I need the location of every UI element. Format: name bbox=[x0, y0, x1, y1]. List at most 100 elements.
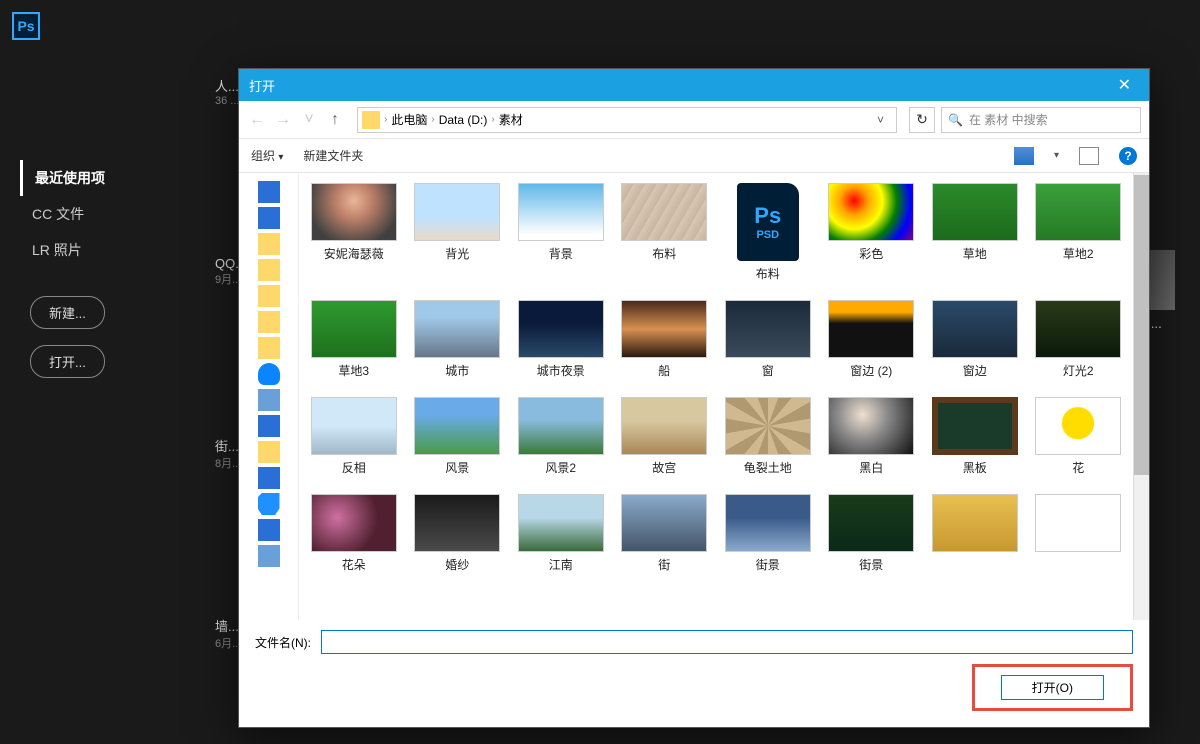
nav-cc-files[interactable]: CC 文件 bbox=[20, 196, 140, 232]
file-item[interactable]: 黑白 bbox=[823, 397, 921, 476]
file-item[interactable]: 风景2 bbox=[512, 397, 610, 476]
tree-folder-icon[interactable] bbox=[258, 337, 280, 359]
file-item[interactable]: 草地 bbox=[926, 183, 1024, 282]
nav-up-icon[interactable]: ↑ bbox=[325, 110, 345, 130]
dialog-title-text: 打开 bbox=[249, 76, 275, 95]
file-label: 灯光2 bbox=[1063, 362, 1094, 379]
file-label: 布料 bbox=[652, 245, 676, 262]
file-item[interactable]: 草地3 bbox=[305, 300, 403, 379]
search-placeholder: 在 素材 中搜索 bbox=[969, 111, 1048, 128]
file-item[interactable]: 龟裂土地 bbox=[719, 397, 817, 476]
organize-menu[interactable]: 组织 ▾ bbox=[251, 147, 283, 164]
file-label: 黑板 bbox=[963, 459, 987, 476]
nav-lr-photos[interactable]: LR 照片 bbox=[20, 232, 140, 268]
tree-item-icon[interactable] bbox=[258, 519, 280, 541]
file-item[interactable]: 街景 bbox=[823, 494, 921, 573]
file-item[interactable] bbox=[926, 494, 1024, 573]
file-thumbnail bbox=[414, 494, 500, 552]
nav-back-icon[interactable]: ← bbox=[247, 110, 267, 130]
open-button[interactable]: 打开... bbox=[30, 345, 105, 378]
search-icon: 🔍 bbox=[948, 113, 963, 127]
breadcrumb[interactable]: › 此电脑 › Data (D:) › 素材 ˅ bbox=[357, 107, 897, 133]
file-label: 窗边 bbox=[963, 362, 987, 379]
file-label: 草地 bbox=[963, 245, 987, 262]
close-icon[interactable]: ✕ bbox=[1110, 75, 1139, 95]
file-item[interactable]: 城市 bbox=[409, 300, 507, 379]
breadcrumb-item[interactable]: 此电脑 bbox=[391, 111, 427, 128]
file-item[interactable]: 黑板 bbox=[926, 397, 1024, 476]
breadcrumb-item[interactable]: Data (D:) bbox=[439, 113, 488, 127]
file-item[interactable]: 背光 bbox=[409, 183, 507, 282]
tree-music-icon[interactable] bbox=[258, 493, 280, 515]
file-item[interactable] bbox=[1030, 494, 1128, 573]
tree-thispc-icon[interactable] bbox=[258, 389, 280, 411]
file-item[interactable]: 布料 bbox=[616, 183, 714, 282]
breadcrumb-item[interactable]: 素材 bbox=[499, 111, 523, 128]
file-item[interactable]: 彩色 bbox=[823, 183, 921, 282]
tree-desktop-icon[interactable] bbox=[258, 181, 280, 203]
file-item[interactable]: 城市夜景 bbox=[512, 300, 610, 379]
tree-disk-icon[interactable] bbox=[258, 545, 280, 567]
file-thumbnail bbox=[1035, 397, 1121, 455]
view-mode-icon[interactable] bbox=[1014, 147, 1034, 165]
file-item[interactable]: PsPSD布料 bbox=[719, 183, 817, 282]
file-item[interactable]: 船 bbox=[616, 300, 714, 379]
file-item[interactable]: 安妮海瑟薇 bbox=[305, 183, 403, 282]
file-thumbnail bbox=[311, 183, 397, 241]
file-thumbnail bbox=[1035, 183, 1121, 241]
file-label: 婚纱 bbox=[445, 556, 469, 573]
nav-recent-icon[interactable]: ˅ bbox=[299, 110, 319, 130]
file-item[interactable]: 婚纱 bbox=[409, 494, 507, 573]
file-grid: 安妮海瑟薇背光背景布料 PsPSD布料彩色草地 草地2 草地3城市城市夜景船窗窗边 (… bbox=[299, 173, 1133, 620]
nav-recent[interactable]: 最近使用项 bbox=[20, 160, 140, 196]
file-item[interactable]: 风景 bbox=[409, 397, 507, 476]
scrollbar[interactable] bbox=[1133, 173, 1149, 620]
open-button-highlight: 打开(O) bbox=[972, 664, 1133, 711]
file-thumbnail bbox=[828, 494, 914, 552]
new-folder-button[interactable]: 新建文件夹 bbox=[303, 147, 363, 164]
file-item[interactable]: 街 bbox=[616, 494, 714, 573]
refresh-icon[interactable]: ↻ bbox=[909, 107, 935, 133]
tree-folder-icon[interactable] bbox=[258, 259, 280, 281]
search-input[interactable]: 🔍 在 素材 中搜索 bbox=[941, 107, 1141, 133]
file-item[interactable]: 背景 bbox=[512, 183, 610, 282]
file-item[interactable]: 故宫 bbox=[616, 397, 714, 476]
chevron-down-icon[interactable]: ▾ bbox=[1054, 150, 1059, 161]
nav-forward-icon[interactable]: → bbox=[273, 110, 293, 130]
file-item[interactable]: 草地2 bbox=[1030, 183, 1128, 282]
file-item[interactable]: 花朵 bbox=[305, 494, 403, 573]
file-item[interactable]: 花 bbox=[1030, 397, 1128, 476]
tree-folder-icon[interactable] bbox=[258, 441, 280, 463]
tree-item-icon[interactable] bbox=[258, 467, 280, 489]
file-thumbnail bbox=[1035, 300, 1121, 358]
file-item[interactable]: 窗边 bbox=[926, 300, 1024, 379]
filename-label: 文件名(N): bbox=[255, 634, 311, 651]
ps-sidebar: 最近使用项 CC 文件 LR 照片 新建... 打开... bbox=[20, 160, 140, 386]
file-item[interactable]: 窗 bbox=[719, 300, 817, 379]
tree-folder-icon[interactable] bbox=[258, 233, 280, 255]
help-icon[interactable]: ? bbox=[1119, 147, 1137, 165]
new-button[interactable]: 新建... bbox=[30, 296, 105, 329]
file-item[interactable]: 窗边 (2) bbox=[823, 300, 921, 379]
tree-folder-icon[interactable] bbox=[258, 311, 280, 333]
tree-downloads-icon[interactable] bbox=[258, 207, 280, 229]
file-item[interactable]: 街景 bbox=[719, 494, 817, 573]
app-logo-icon: Ps bbox=[12, 12, 40, 40]
scrollbar-handle[interactable] bbox=[1134, 175, 1149, 475]
open-file-button[interactable]: 打开(O) bbox=[1001, 675, 1104, 700]
file-item[interactable]: 灯光2 bbox=[1030, 300, 1128, 379]
file-thumbnail bbox=[828, 183, 914, 241]
filename-input[interactable] bbox=[321, 630, 1133, 654]
tree-item-icon[interactable] bbox=[258, 415, 280, 437]
file-thumbnail bbox=[518, 397, 604, 455]
dialog-titlebar: 打开 ✕ bbox=[239, 69, 1149, 101]
tree-folder-icon[interactable] bbox=[258, 285, 280, 307]
tree-onedrive-icon[interactable] bbox=[258, 363, 280, 385]
folder-tree[interactable] bbox=[239, 173, 299, 620]
chevron-down-icon[interactable]: ˅ bbox=[869, 113, 892, 127]
file-thumbnail bbox=[1035, 494, 1121, 552]
preview-pane-icon[interactable] bbox=[1079, 147, 1099, 165]
file-label: 窗边 (2) bbox=[850, 362, 892, 379]
file-item[interactable]: 江南 bbox=[512, 494, 610, 573]
file-item[interactable]: 反相 bbox=[305, 397, 403, 476]
